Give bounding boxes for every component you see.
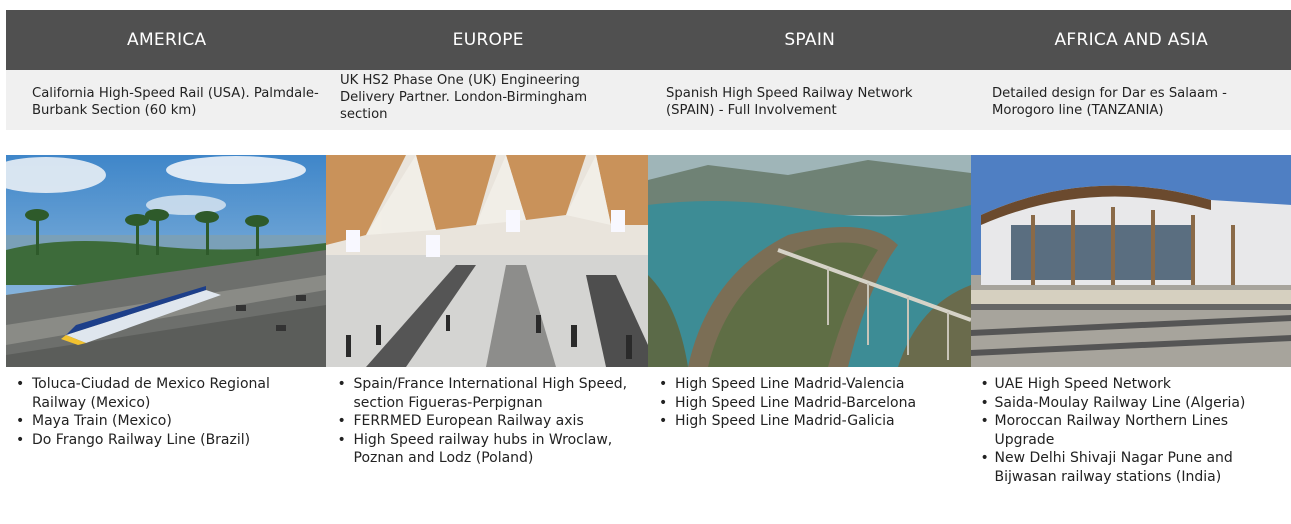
list-item: Maya Train (Mexico) <box>6 412 328 431</box>
list-item: Do Frango Railway Line (Brazil) <box>6 431 328 450</box>
list-item: New Delhi Shivaji Nagar Pune and Bijwasa… <box>971 449 1291 486</box>
project-description-bar: California High-Speed Rail (USA). Palmda… <box>6 70 1291 130</box>
region-header-bar: AMERICA EUROPE SPAIN AFRICA AND ASIA <box>6 10 1291 70</box>
photo-hs2-station-interior <box>326 155 648 367</box>
list-item: Moroccan Railway Northern Lines Upgrade <box>971 412 1291 449</box>
project-description-africa-asia: Detailed design for Dar es Salaam - Moro… <box>992 86 1227 118</box>
list-item: High Speed Line Madrid-Galicia <box>649 412 971 431</box>
region-title-spain: SPAIN <box>784 30 836 50</box>
list-item: Saida-Moulay Railway Line (Algeria) <box>971 394 1291 413</box>
region-title-africa-asia: AFRICA AND ASIA <box>1054 30 1209 50</box>
project-list-america: Toluca-Ciudad de Mexico Regional Railway… <box>6 375 328 486</box>
list-item: UAE High Speed Network <box>971 375 1291 394</box>
list-item: Spain/France International High Speed, s… <box>328 375 650 412</box>
project-description-europe: UK HS2 Phase One (UK) Engineering Delive… <box>340 73 588 122</box>
project-lists: Toluca-Ciudad de Mexico Regional Railway… <box>6 375 1291 486</box>
region-title-america: AMERICA <box>127 30 207 50</box>
photo-spain-viaduct-reservoir <box>648 155 971 367</box>
project-description-america: California High-Speed Rail (USA). Palmda… <box>32 86 319 118</box>
list-item: High Speed Line Madrid-Barcelona <box>649 394 971 413</box>
list-item: FERRMED European Railway axis <box>328 412 650 431</box>
project-list-europe: Spain/France International High Speed, s… <box>328 375 650 486</box>
project-photos <box>6 155 1291 367</box>
photo-california-high-speed-train <box>6 155 326 367</box>
region-title-europe: EUROPE <box>452 30 524 50</box>
project-description-spain: Spanish High Speed Railway Network (SPAI… <box>666 86 913 118</box>
project-list-spain: High Speed Line Madrid-Valencia High Spe… <box>649 375 971 486</box>
list-item: Toluca-Ciudad de Mexico Regional Railway… <box>6 375 328 412</box>
photo-tanzania-station <box>971 155 1291 367</box>
project-list-africa-asia: UAE High Speed Network Saida-Moulay Rail… <box>971 375 1291 486</box>
list-item: High Speed Line Madrid-Valencia <box>649 375 971 394</box>
list-item: High Speed railway hubs in Wroclaw, Pozn… <box>328 431 650 468</box>
